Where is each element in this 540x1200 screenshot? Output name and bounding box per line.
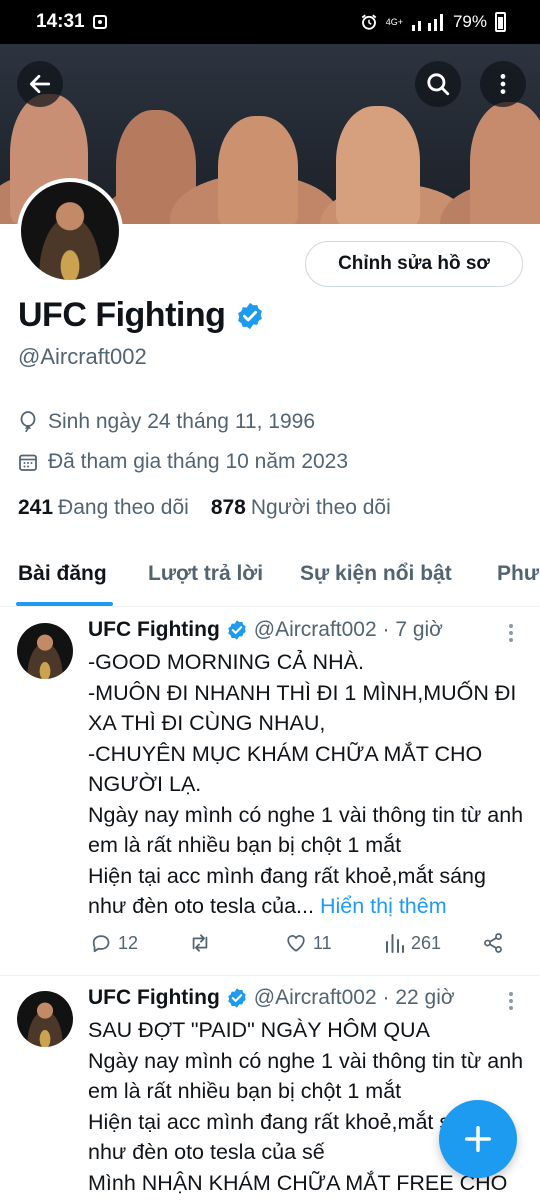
calendar-icon — [19, 454, 37, 471]
tab-highlights[interactable]: Sự kiện nổi bật — [300, 562, 452, 586]
joined-text: Đã tham gia tháng 10 năm 2023 — [48, 450, 349, 473]
show-more-link[interactable]: Hiển thị thêm — [320, 894, 447, 918]
reply-icon — [92, 935, 110, 953]
verified-badge-icon — [228, 988, 246, 1008]
following-label: Đang theo dõi — [58, 496, 189, 519]
back-button[interactable] — [17, 61, 63, 107]
active-tab-indicator — [16, 602, 113, 606]
followers-link[interactable]: 878 Người theo dõi — [211, 496, 391, 520]
view-count: 261 — [411, 932, 442, 953]
views-button[interactable]: 261 — [385, 932, 441, 954]
more-vertical-icon — [500, 74, 506, 94]
post-text: -GOOD MORNING CẢ NHÀ. -MUÔN ĐI NHANH THÌ… — [88, 650, 524, 918]
post-author-name[interactable]: UFC Fighting — [88, 986, 220, 1010]
birthday-text: Sinh ngày 24 tháng 11, 1996 — [48, 410, 316, 433]
profile-handle: @Aircraft002 — [18, 344, 147, 369]
post-avatar[interactable] — [17, 991, 73, 1047]
reply-count: 12 — [118, 932, 139, 953]
post-body[interactable]: -GOOD MORNING CẢ NHÀ. -MUÔN ĐI NHANH THÌ… — [88, 647, 528, 922]
verified-badge-icon[interactable] — [235, 301, 265, 331]
arrow-left-icon — [29, 75, 51, 93]
post-actions: 12 11 261 — [88, 932, 508, 962]
tab-articles[interactable]: Phư — [497, 562, 539, 586]
birthday-row: Sinh ngày 24 tháng 11, 1996 — [18, 410, 315, 434]
status-bar: 14:31 4G+ 79% — [0, 0, 540, 44]
share-button[interactable] — [482, 932, 504, 954]
post-more-icon[interactable] — [508, 992, 514, 1010]
reply-button[interactable]: 12 — [90, 932, 138, 954]
post-author-name[interactable]: UFC Fighting — [88, 618, 220, 642]
profile-tabs: Bài đăng Lượt trả lời Sự kiện nổi bật Ph… — [0, 545, 540, 607]
compose-button[interactable] — [439, 1100, 517, 1178]
battery-percent: 79% — [452, 12, 487, 31]
status-time: 14:31 — [36, 11, 85, 32]
followers-count: 878 — [210, 496, 246, 519]
verified-badge-icon — [228, 620, 246, 640]
following-count: 241 — [18, 496, 54, 519]
share-icon — [484, 933, 502, 953]
joined-row: Đã tham gia tháng 10 năm 2023 — [18, 450, 348, 474]
signal-icon — [411, 14, 443, 31]
tab-posts[interactable]: Bài đăng — [18, 562, 107, 586]
balloon-icon — [20, 411, 36, 433]
alarm-icon — [361, 14, 377, 30]
post-avatar[interactable] — [17, 623, 73, 679]
search-icon — [427, 73, 450, 96]
post-meta: @Aircraft002 · 22 giờ — [253, 986, 455, 1009]
notification-icon — [92, 15, 107, 29]
search-button[interactable] — [415, 61, 461, 107]
post-header: UFC Fighting @Aircraft002 · 22 giờ — [88, 986, 455, 1010]
profile-avatar[interactable] — [17, 178, 123, 284]
profile-name: UFC Fighting — [18, 296, 226, 334]
plus-icon — [465, 1126, 491, 1152]
repost-icon — [192, 934, 208, 952]
analytics-icon — [386, 934, 404, 953]
followers-label: Người theo dõi — [250, 496, 391, 519]
repost-button[interactable] — [188, 932, 212, 954]
more-options-button[interactable] — [480, 61, 526, 107]
battery-icon — [495, 12, 506, 32]
edit-profile-button[interactable]: Chỉnh sửa hồ sơ — [305, 241, 523, 287]
post-header: UFC Fighting @Aircraft002 · 7 giờ — [88, 618, 443, 642]
following-link[interactable]: 241 Đang theo dõi — [18, 496, 189, 520]
like-button[interactable]: 11 — [285, 932, 332, 954]
post-meta: @Aircraft002 · 7 giờ — [253, 618, 443, 641]
like-count: 11 — [313, 932, 332, 953]
avatar-image — [21, 182, 119, 280]
network-type: 4G+ — [385, 16, 403, 27]
heart-icon — [287, 935, 305, 952]
follow-stats: 241 Đang theo dõi 878 Người theo dõi — [18, 496, 391, 520]
tab-replies[interactable]: Lượt trả lời — [148, 562, 263, 586]
profile-name-row: UFC Fighting — [18, 296, 265, 335]
post-divider — [0, 975, 540, 976]
post-more-icon[interactable] — [508, 624, 514, 642]
